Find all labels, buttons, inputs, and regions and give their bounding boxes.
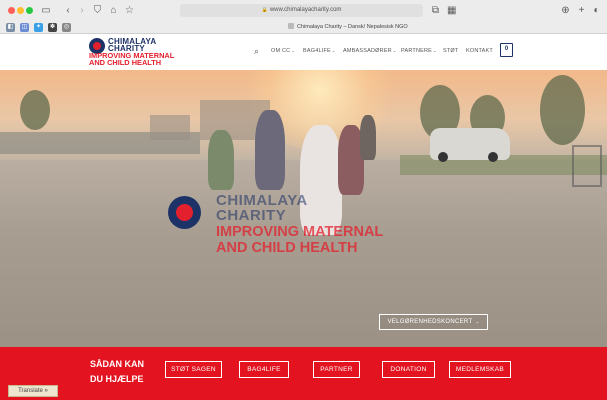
nav-label: BAG4LIFE	[303, 48, 331, 54]
browser-chrome: ▭ ‹ › ⛉ ⌂ ☆ 🔒 www.chimalayacharity.com ⧉ …	[0, 0, 607, 34]
download-icon[interactable]: ⊕	[561, 4, 570, 17]
close-window-button[interactable]	[8, 7, 15, 14]
cart-count: 0	[504, 46, 509, 52]
hero-gate	[572, 145, 602, 187]
hero-tagline-line1: IMPROVING MATERNAL	[216, 224, 384, 240]
sidebar-icon[interactable]: ▭	[40, 4, 52, 17]
nav-item-bag4life[interactable]: BAG4LIFE⌄	[303, 48, 335, 54]
membership-button[interactable]: MEDLEMSKAB	[449, 361, 511, 378]
nav-item-kontakt[interactable]: KONTAKT	[466, 48, 493, 54]
tab-title-text: Chimalaya Charity – Dansk/ Nepalesisk NG…	[297, 24, 408, 30]
browser-toolbar: ▭ ‹ › ⛉ ⌂ ☆ 🔒 www.chimalayacharity.com ⧉ …	[0, 0, 607, 21]
active-tab[interactable]: Chimalaya Charity – Dansk/ Nepalesisk NG…	[288, 21, 408, 34]
nav-item-om-cc[interactable]: OM CC⌄	[271, 48, 295, 54]
charity-concert-label: VELGØRENHEDSKONCERT	[387, 319, 473, 325]
tabs-icon[interactable]: ⧉	[431, 4, 440, 17]
bag4life-button[interactable]: BAG4LIFE	[239, 361, 289, 378]
bookmark-favicon-2[interactable]: ◫	[20, 23, 29, 32]
url-text: www.chimalayacharity.com	[269, 7, 342, 13]
star-icon[interactable]: ☆	[125, 4, 134, 17]
nav-label: KONTAKT	[466, 48, 493, 54]
logo-tagline-line2[interactable]: AND CHILD HEALTH	[89, 59, 161, 66]
nav-item-stot[interactable]: STØT	[443, 48, 458, 54]
new-tab-icon[interactable]: +	[577, 4, 586, 17]
bookmark-favicon-1[interactable]: ◧	[6, 23, 15, 32]
how-to-help-title-line2: DU HJÆLPE	[90, 374, 144, 384]
chevron-down-icon: ⌄	[475, 319, 480, 324]
hero-tagline-line2: AND CHILD HEALTH	[216, 240, 358, 256]
how-to-help-band: SÅDAN KAN DU HJÆLPE STØT SAGEN BAG4LIFE …	[0, 347, 607, 400]
hero-tree	[20, 90, 50, 130]
hero-child	[360, 115, 376, 160]
search-icon[interactable]: ⌕	[254, 46, 259, 57]
shield-icon[interactable]: ⛉	[93, 4, 102, 17]
bookmark-favicon-3[interactable]: ✦	[34, 23, 43, 32]
hero-building	[150, 115, 190, 140]
nav-item-ambassadorer[interactable]: AMBASSADØRER⌄	[343, 48, 396, 54]
forward-icon[interactable]: ›	[78, 4, 86, 17]
tab-favicon-icon	[288, 23, 294, 29]
chevron-down-icon: ⌄	[291, 48, 295, 53]
charity-concert-button[interactable]: VELGØRENHEDSKONCERT ⌄	[379, 314, 488, 330]
how-to-help-title-line1: SÅDAN KAN	[90, 359, 144, 369]
hero-tree	[540, 75, 585, 145]
hero-section: CHIMALAYA CHARITY IMPROVING MATERNAL AND…	[0, 70, 607, 347]
translate-button[interactable]: Translate »	[8, 385, 58, 397]
share-icon[interactable]: ◐	[592, 4, 601, 17]
hero-logo-line1: CHIMALAYA	[216, 192, 308, 209]
hero-child	[255, 110, 285, 190]
lock-icon: 🔒	[261, 7, 268, 13]
partner-button[interactable]: PARTNER	[313, 361, 360, 378]
zoom-window-button[interactable]	[26, 7, 33, 14]
nav-item-partnere[interactable]: PARTNERE⌄	[401, 48, 437, 54]
bookmark-favicon-5[interactable]: ◎	[62, 23, 71, 32]
chevron-down-icon: ⌄	[433, 48, 437, 53]
chevron-down-icon: ⌄	[392, 48, 397, 53]
nav-label: STØT	[443, 48, 459, 54]
hero-child	[208, 130, 234, 190]
support-cause-button[interactable]: STØT SAGEN	[165, 361, 222, 378]
grid-icon[interactable]: ▦	[447, 4, 456, 17]
chevron-down-icon: ⌄	[331, 48, 336, 53]
nav-label: PARTNERE	[401, 48, 433, 54]
address-bar[interactable]: 🔒 www.chimalayacharity.com	[180, 4, 423, 17]
nav-label: OM CC	[271, 48, 291, 54]
hero-logo-line2: CHARITY	[216, 207, 287, 224]
bookmark-favicon-4[interactable]: ✽	[48, 23, 57, 32]
donation-button[interactable]: DONATION	[382, 361, 435, 378]
hero-logo-icon	[168, 196, 201, 229]
nav-label: AMBASSADØRER	[343, 48, 392, 54]
hero-child	[300, 125, 342, 235]
tab-bar: ◧ ◫ ✦ ✽ ◎ Chimalaya Charity – Dansk/ Nep…	[0, 21, 607, 34]
minimize-window-button[interactable]	[17, 7, 24, 14]
cart-button[interactable]: 0	[500, 43, 513, 57]
back-icon[interactable]: ‹	[64, 4, 72, 17]
home-icon[interactable]: ⌂	[109, 4, 118, 17]
site-header: CHIMALAYA CHARITY IMPROVING MATERNAL AND…	[0, 34, 607, 70]
hero-car	[430, 128, 510, 162]
